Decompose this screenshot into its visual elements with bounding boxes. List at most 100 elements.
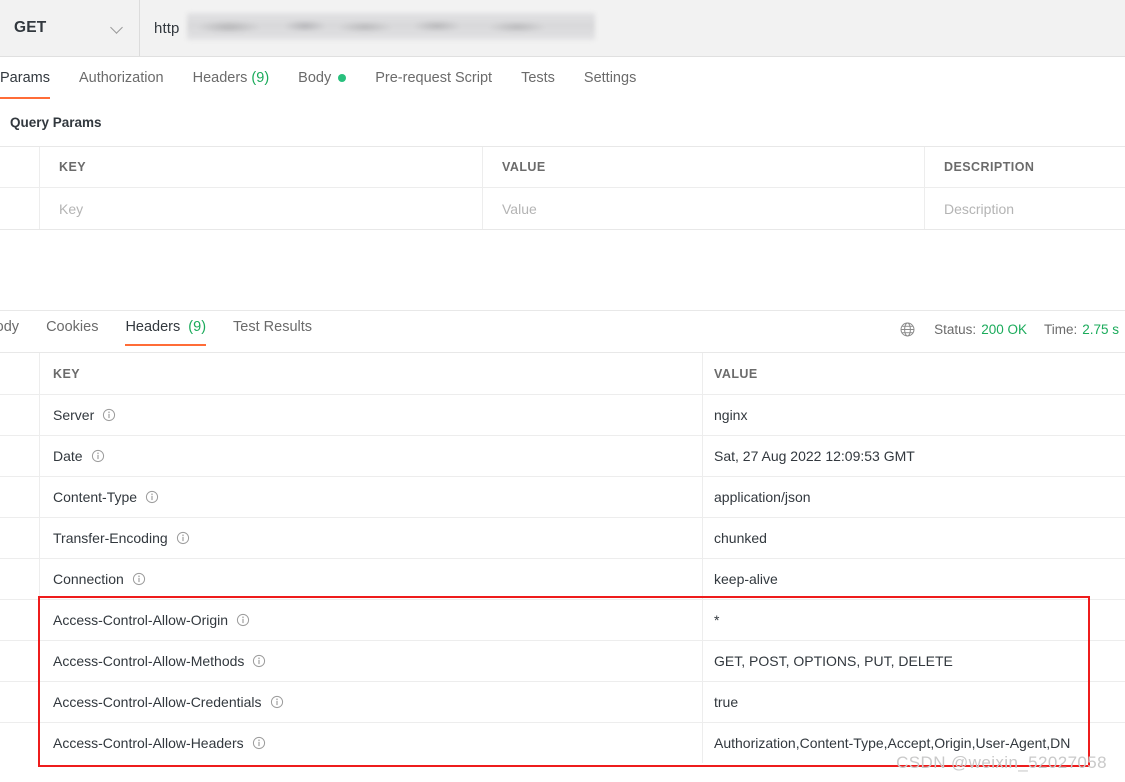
info-icon[interactable]	[252, 736, 266, 750]
tab-headers[interactable]: Headers (9)	[193, 70, 270, 99]
status-badge: Status: 200 OK	[934, 322, 1027, 337]
table-row: Content-Type application/json	[0, 476, 1125, 517]
tab-params-label: Params	[0, 70, 50, 86]
response-headers-col-value: VALUE	[714, 366, 758, 381]
query-param-key-input[interactable]: Key	[40, 188, 483, 229]
time-badge: Time: 2.75 s	[1044, 322, 1119, 337]
header-value-cell: keep-alive	[714, 571, 778, 587]
header-key-cell: Server	[40, 395, 703, 435]
header-value-cell: Sat, 27 Aug 2022 12:09:53 GMT	[714, 448, 915, 464]
header-key-cell: Access-Control-Allow-Headers	[40, 723, 703, 763]
response-tab-test-results-label: Test Results	[233, 319, 313, 335]
request-url-bar: GET http	[0, 0, 1125, 57]
row-gutter	[0, 559, 40, 599]
http-method-dropdown[interactable]: GET	[0, 0, 140, 56]
globe-icon[interactable]	[899, 321, 916, 338]
tab-pre-request-script-label: Pre-request Script	[375, 70, 493, 86]
info-icon[interactable]	[132, 572, 146, 586]
tab-pre-request-script[interactable]: Pre-request Script	[375, 70, 492, 99]
header-key-label: Access-Control-Allow-Credentials	[53, 694, 262, 710]
query-params-table: KEY VALUE DESCRIPTION Key Value Descript…	[0, 146, 1125, 230]
header-value-cell: *	[714, 612, 720, 628]
tab-authorization-label: Authorization	[78, 70, 164, 86]
info-icon[interactable]	[252, 654, 266, 668]
info-icon[interactable]	[236, 613, 250, 627]
row-gutter	[0, 518, 40, 558]
url-input[interactable]: http	[140, 0, 1125, 56]
query-params-input-row: Key Value Description	[0, 188, 1125, 229]
row-gutter	[0, 641, 40, 681]
header-value-cell: GET, POST, OPTIONS, PUT, DELETE	[714, 653, 953, 669]
info-icon[interactable]	[102, 408, 116, 422]
header-key-cell: Access-Control-Allow-Methods	[40, 641, 703, 681]
header-key-label: Date	[53, 448, 83, 464]
time-value: 2.75 s	[1082, 322, 1119, 337]
header-value-cell: nginx	[714, 407, 748, 423]
response-tab-body[interactable]: Body	[0, 319, 19, 346]
row-gutter	[0, 682, 40, 722]
tab-headers-count: (9)	[251, 70, 270, 86]
tab-tests[interactable]: Tests	[521, 70, 555, 99]
header-key-cell: Date	[40, 436, 703, 476]
time-label: Time:	[1043, 322, 1078, 337]
header-key-label: Access-Control-Allow-Methods	[53, 653, 245, 669]
tab-params[interactable]: Params	[0, 70, 50, 99]
tab-settings[interactable]: Settings	[584, 70, 636, 99]
info-icon[interactable]	[145, 490, 159, 504]
response-tab-body-label: Body	[0, 319, 20, 335]
table-row: Transfer-Encoding chunked	[0, 517, 1125, 558]
tab-settings-label: Settings	[583, 70, 637, 86]
header-key-label: Transfer-Encoding	[53, 530, 168, 546]
response-headers-header-row: KEY VALUE	[0, 353, 1125, 394]
response-headers-table: KEY VALUE Server nginx Date Sat, 27 Aug …	[0, 352, 1125, 763]
table-row: Access-Control-Allow-Methods GET, POST, …	[0, 640, 1125, 681]
url-protocol-text: http	[154, 19, 180, 37]
table-row: Access-Control-Allow-Credentials true	[0, 681, 1125, 722]
info-icon[interactable]	[176, 531, 190, 545]
tab-body-label: Body	[298, 70, 332, 86]
response-tab-headers[interactable]: Headers (9)	[125, 319, 206, 346]
response-tab-bar: Body Cookies Headers (9) Test Results	[0, 310, 1125, 355]
response-meta: Status: 200 OK Time: 2.75 s	[899, 321, 1119, 338]
header-value-cell: chunked	[714, 530, 767, 546]
query-params-col-description: DESCRIPTION	[944, 160, 1035, 174]
query-param-value-input[interactable]: Value	[483, 188, 925, 229]
table-row: Connection keep-alive	[0, 558, 1125, 599]
response-tab-test-results[interactable]: Test Results	[233, 319, 312, 346]
watermark: CSDN @weixin_52027058	[896, 753, 1107, 772]
chevron-down-icon	[111, 22, 123, 34]
request-tabs: Params Authorization Headers (9) Body Pr…	[0, 57, 1125, 105]
tab-authorization[interactable]: Authorization	[79, 70, 164, 99]
query-params-title: Query Params	[10, 115, 102, 130]
query-param-description-input[interactable]: Description	[925, 188, 1125, 229]
header-key-label: Server	[53, 407, 95, 423]
query-params-col-key: KEY	[40, 146, 483, 188]
response-headers-col-key: KEY	[40, 353, 703, 394]
header-key-label: Access-Control-Allow-Origin	[53, 612, 229, 628]
response-headers-gutter	[0, 353, 40, 394]
url-redacted-blur	[187, 13, 595, 40]
tab-headers-label: Headers	[192, 70, 248, 86]
info-icon[interactable]	[91, 449, 105, 463]
header-key-cell: Connection	[40, 559, 703, 599]
table-row: Server nginx	[0, 394, 1125, 435]
table-row: Date Sat, 27 Aug 2022 12:09:53 GMT	[0, 435, 1125, 476]
header-key-label: Access-Control-Allow-Headers	[53, 735, 244, 751]
info-icon[interactable]	[270, 695, 284, 709]
query-params-col-value: VALUE	[483, 146, 925, 188]
header-value-cell: true	[714, 694, 739, 710]
tab-body[interactable]: Body	[298, 70, 347, 99]
query-params-header-row: KEY VALUE DESCRIPTION	[0, 146, 1125, 188]
row-gutter	[0, 477, 40, 517]
response-tabs: Body Cookies Headers (9) Test Results	[0, 319, 339, 346]
row-gutter	[0, 600, 40, 640]
header-key-label: Content-Type	[53, 489, 138, 505]
query-params-gutter	[0, 146, 40, 188]
body-indicator-dot-icon	[338, 74, 347, 82]
table-row: Access-Control-Allow-Origin *	[0, 599, 1125, 640]
header-key-cell: Access-Control-Allow-Origin	[40, 600, 703, 640]
status-label: Status:	[934, 322, 977, 337]
header-key-cell: Access-Control-Allow-Credentials	[40, 682, 703, 722]
header-key-cell: Content-Type	[40, 477, 703, 517]
response-tab-cookies[interactable]: Cookies	[46, 319, 98, 346]
